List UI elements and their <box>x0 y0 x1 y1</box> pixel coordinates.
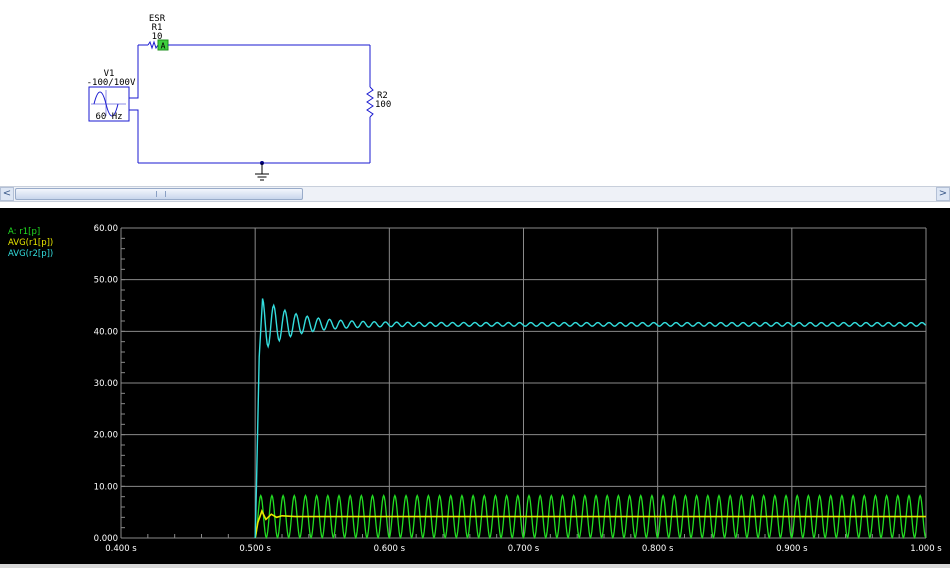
status-strip <box>0 564 950 568</box>
circuit-wires <box>129 44 371 164</box>
wire-source-to-r1 <box>129 45 139 99</box>
resistor-r2[interactable]: R2 100 <box>366 86 391 118</box>
wire-ground-to-source <box>129 109 139 163</box>
scroll-right-button[interactable]: > <box>936 187 950 201</box>
legend-entry: AVG(r2[p]) <box>8 249 53 259</box>
r2-value: 100 <box>375 100 391 110</box>
ground-icon <box>255 161 269 181</box>
series-line-avg-r2 <box>254 298 927 539</box>
x-tick-label: 0.500 s <box>239 544 271 554</box>
waveform-plot-panel[interactable]: 0.400 s 0.500 s 0.600 s 0.700 s 0.800 s 0.900… <box>0 208 950 564</box>
resistor-zigzag-icon <box>366 86 374 118</box>
x-tick-label: 1.000 s <box>910 544 942 554</box>
resistor-zigzag-icon <box>147 40 159 50</box>
x-tick-label: 0.800 s <box>642 544 674 554</box>
legend-entry: AVG(r1[p]) <box>8 238 53 248</box>
plot-legend: A: r1[p]AVG(r1[p])AVG(r2[p]) <box>8 227 53 259</box>
y-tick-label: 10.00 <box>94 482 118 492</box>
scrollbar-thumb[interactable] <box>15 188 303 200</box>
source-value: -100/100V <box>87 78 136 88</box>
grip-icon <box>156 191 166 197</box>
y-tick-label: 30.00 <box>94 379 118 389</box>
voltage-source-v1[interactable]: V1 -100/100V 60 Hz <box>87 69 136 122</box>
y-tick-label: 50.00 <box>94 276 118 286</box>
y-tick-label: 0.000 <box>94 534 118 544</box>
scroll-left-button[interactable]: < <box>0 187 14 201</box>
r1-value: 10 <box>152 32 163 42</box>
plot-grid <box>120 227 927 539</box>
y-tick-label: 20.00 <box>94 431 118 441</box>
plot-series <box>254 298 927 540</box>
axis-minor-ticks <box>120 237 900 539</box>
axis-tick-labels: 0.400 s 0.500 s 0.600 s 0.700 s 0.800 s 0.900… <box>94 224 943 554</box>
legend-entry: A: r1[p] <box>8 227 40 237</box>
source-frequency: 60 Hz <box>95 112 122 122</box>
x-tick-label: 0.700 s <box>508 544 540 554</box>
schematic-drawing: V1 -100/100V 60 Hz A ESR R1 10 R2 100 <box>87 14 391 181</box>
waveform-chart[interactable]: 0.400 s 0.500 s 0.600 s 0.700 s 0.800 s 0.900… <box>0 208 950 564</box>
x-tick-label: 0.600 s <box>374 544 406 554</box>
series-line-avg-r1 <box>254 509 926 539</box>
x-tick-label: 0.400 s <box>105 544 137 554</box>
resistor-r1[interactable]: A ESR R1 10 <box>147 14 176 51</box>
y-tick-label: 40.00 <box>94 327 118 337</box>
schematic-canvas[interactable]: V1 -100/100V 60 Hz A ESR R1 10 R2 100 <box>0 0 950 186</box>
horizontal-scrollbar[interactable]: < > <box>0 186 950 202</box>
y-tick-label: 60.00 <box>94 224 118 234</box>
x-tick-label: 0.900 s <box>776 544 808 554</box>
probe-label: A <box>161 42 166 51</box>
